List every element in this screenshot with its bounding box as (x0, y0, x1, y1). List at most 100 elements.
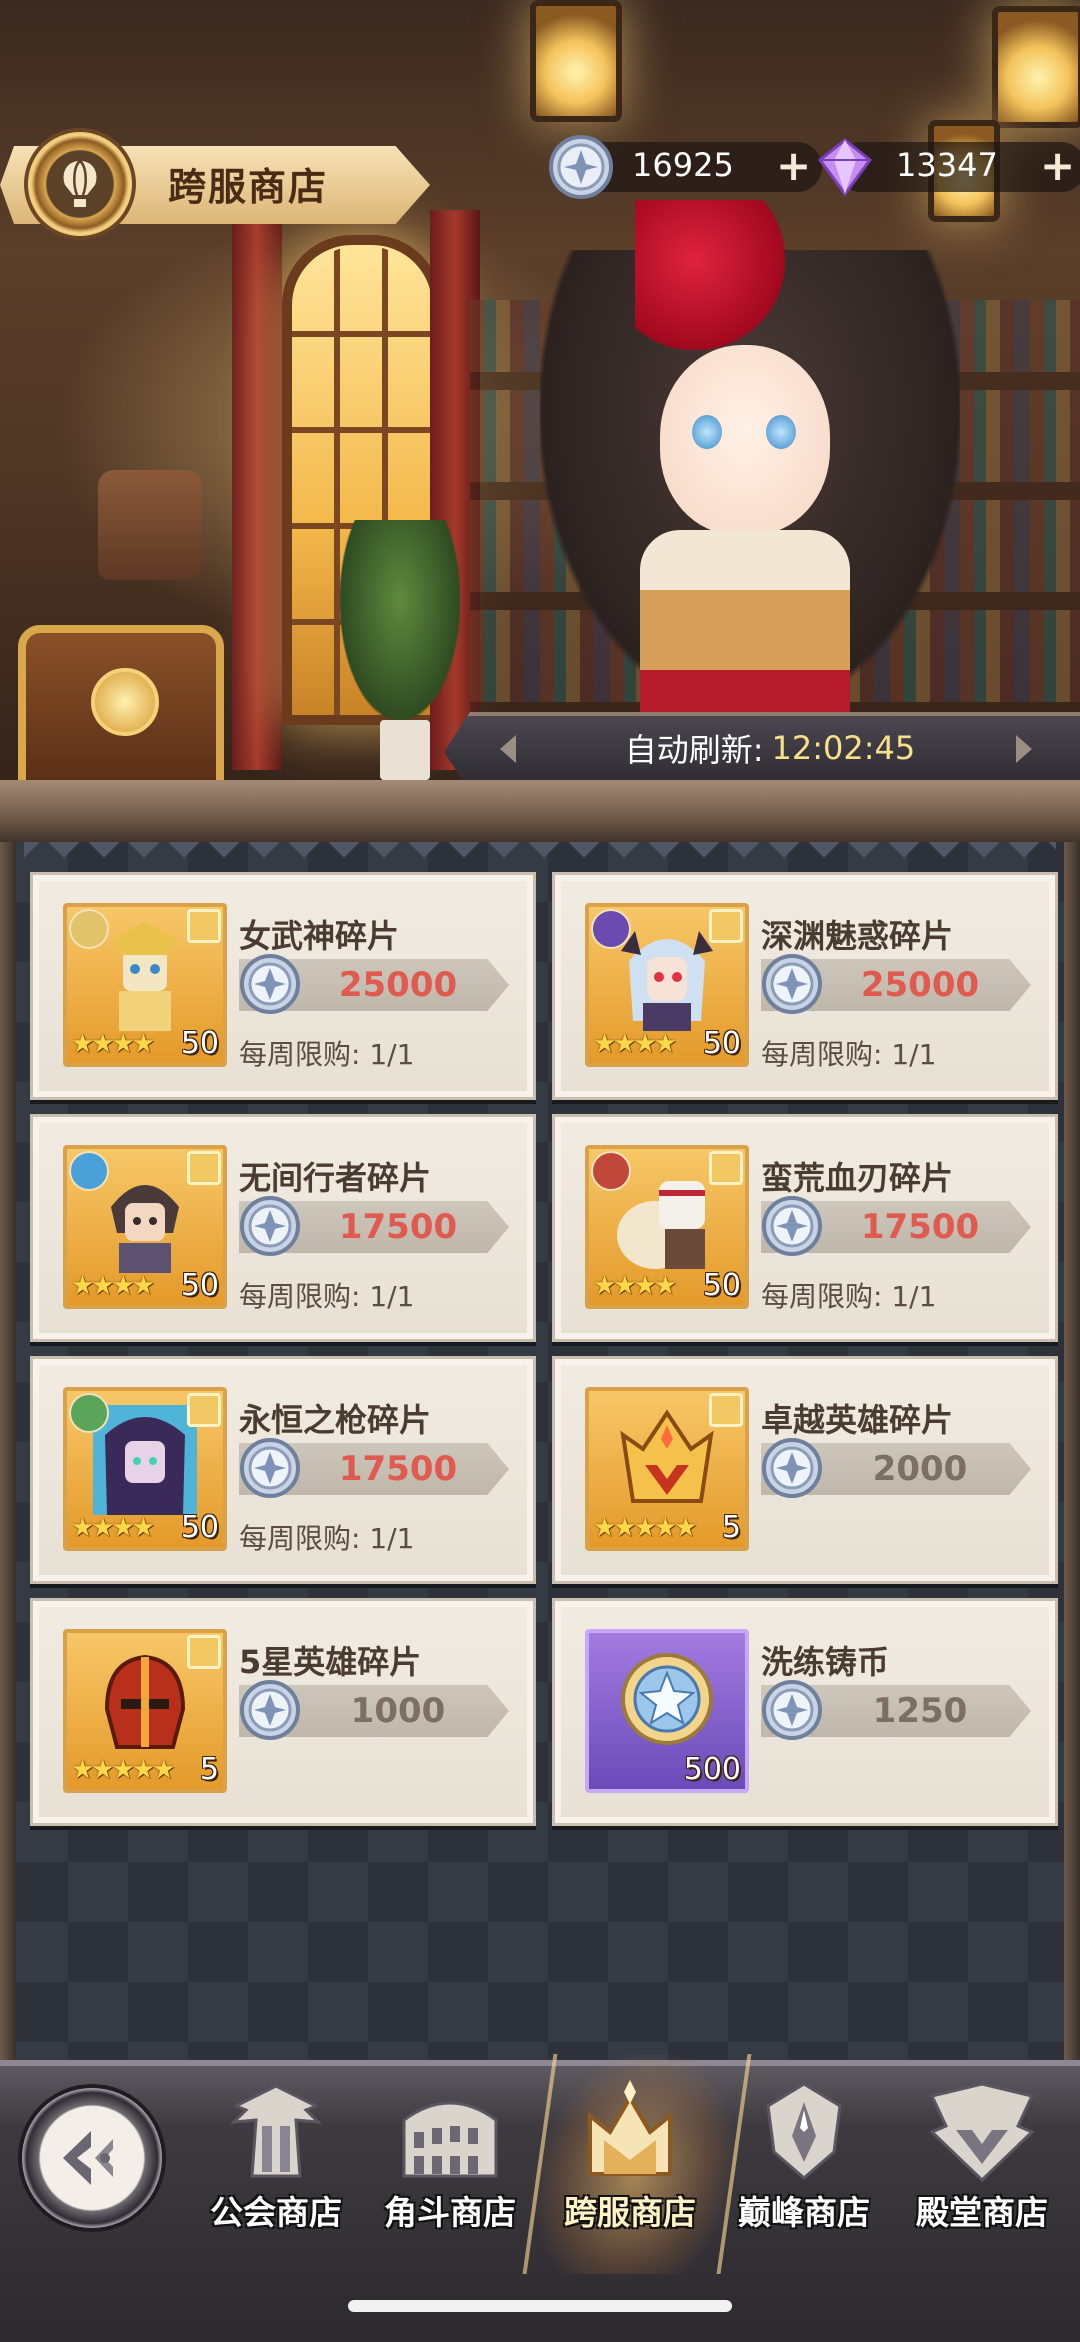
element-badge-icon (591, 909, 631, 949)
item-quantity: 50 (180, 1510, 219, 1545)
item-thumbnail: 500 (585, 1629, 749, 1793)
back-button[interactable] (22, 2088, 162, 2228)
home-indicator (348, 2300, 732, 2312)
shop-item-card[interactable]: ★★★★★ 5 5星英雄碎片 1000 (30, 1598, 536, 1826)
star-rating: ★★★★★ (71, 1755, 176, 1785)
silver-cross-coin-icon (761, 953, 823, 1015)
shopkeeper-character (520, 170, 990, 730)
item-price: 25000 (860, 965, 980, 1005)
weekly-limit: 每周限购: 1/1 (761, 1038, 937, 1071)
lantern-icon (530, 0, 622, 122)
hot-air-balloon-icon (28, 132, 132, 236)
item-name: 无间行者碎片 (239, 1159, 432, 1197)
silver-cross-coin-icon (761, 1679, 823, 1741)
fragment-puzzle-icon (187, 909, 221, 943)
tab-cross-server-shop[interactable]: 跨服商店 (540, 2076, 720, 2236)
tab-label: 角斗商店 (384, 2193, 516, 2232)
element-badge-icon (69, 1151, 109, 1191)
weekly-limit: 每周限购: 1/1 (239, 1038, 415, 1071)
colosseum-icon (402, 2101, 498, 2178)
tab-label: 跨服商店 (564, 2193, 696, 2232)
auto-refresh-timer: 自动刷新: 12:02:45 (500, 722, 1040, 774)
peak-emblem-icon (766, 2082, 842, 2180)
grid-frame-right (1064, 842, 1080, 2062)
item-thumbnail: ★★★★ 50 (63, 903, 227, 1067)
red-curtain (232, 210, 282, 770)
tab-arena-shop[interactable]: 角斗商店 (360, 2076, 540, 2236)
hall-crest-icon (929, 2082, 1035, 2183)
shop-item-card[interactable]: ★★★★★ 5 卓越英雄碎片 2000 (552, 1356, 1058, 1584)
item-name: 深渊魅惑碎片 (761, 917, 954, 955)
auto-refresh-label: 自动刷新: (624, 731, 764, 769)
tab-peak-shop[interactable]: 巅峰商店 (714, 2076, 894, 2236)
item-quantity: 50 (180, 1268, 219, 1303)
wanderer-portrait-icon (93, 1163, 197, 1273)
abyss-succubus-portrait-icon (615, 921, 719, 1031)
silver-cross-coin-icon (761, 1195, 823, 1257)
item-price: 1000 (350, 1691, 446, 1731)
grid-frame-left (0, 842, 16, 2062)
shop-item-card[interactable]: ★★★★ 50 女武神碎片 25000 每周限购: 1/1 (30, 872, 536, 1100)
silver-cross-coin-icon (239, 1195, 301, 1257)
item-name: 5星英雄碎片 (239, 1643, 422, 1681)
tab-hall-shop[interactable]: 殿堂商店 (892, 2076, 1072, 2236)
star-coin-icon (615, 1647, 719, 1757)
item-price: 17500 (860, 1207, 980, 1247)
item-price: 17500 (338, 1207, 458, 1247)
savage-blade-portrait-icon (615, 1163, 719, 1273)
diamond-amount: 13347 (896, 146, 998, 184)
shop-item-card[interactable]: ★★★★ 50 永恒之枪碎片 17500 每周限购: 1/1 (30, 1356, 536, 1584)
item-quantity: 50 (702, 1268, 741, 1303)
golden-crown-helmet-icon (615, 1405, 719, 1515)
silver-amount: 16925 (632, 146, 734, 184)
tab-label: 公会商店 (210, 2193, 342, 2232)
item-name: 女武神碎片 (239, 917, 400, 955)
star-rating: ★★★★ (71, 1029, 155, 1059)
tab-guild-shop[interactable]: 公会商店 (186, 2076, 366, 2236)
element-badge-icon (69, 909, 109, 949)
item-name: 永恒之枪碎片 (239, 1401, 432, 1439)
red-helmet-icon (93, 1647, 197, 1757)
back-arrow-icon (63, 2131, 113, 2185)
item-price: 17500 (338, 1449, 458, 1489)
star-rating: ★★★★ (593, 1271, 677, 1301)
counter-ledge (0, 780, 1080, 844)
lantern-icon (992, 6, 1080, 128)
guild-wings-icon (230, 2084, 322, 2178)
potted-plant (340, 520, 460, 720)
fragment-puzzle-icon (187, 1635, 221, 1669)
item-name: 卓越英雄碎片 (761, 1401, 954, 1439)
shop-item-card[interactable]: ★★★★ 50 深渊魅惑碎片 25000 每周限购: 1/1 (552, 872, 1058, 1100)
add-diamond-button[interactable]: + (1040, 145, 1075, 187)
item-price: 2000 (872, 1449, 968, 1489)
silver-cross-coin-icon (761, 1437, 823, 1499)
star-rating: ★★★★ (593, 1029, 677, 1059)
add-silver-button[interactable]: + (776, 145, 811, 187)
weekly-limit: 每周限购: 1/1 (239, 1522, 415, 1555)
silver-cross-coin-icon (239, 1437, 301, 1499)
item-quantity: 500 (683, 1752, 741, 1787)
plant-pot (380, 720, 430, 780)
leather-bag (98, 470, 202, 580)
shop-title-banner: 跨服商店 (0, 132, 430, 236)
eternal-spear-portrait-icon (93, 1405, 197, 1515)
fragment-puzzle-icon (709, 909, 743, 943)
item-name: 洗练铸币 (761, 1643, 890, 1681)
purple-diamond-icon (817, 138, 873, 197)
star-rating: ★★★★★ (593, 1513, 698, 1543)
tab-label: 殿堂商店 (916, 2193, 1048, 2232)
shop-item-card[interactable]: 500 洗练铸币 1250 (552, 1598, 1058, 1826)
silver-cross-coin-icon (549, 135, 613, 199)
shop-item-card[interactable]: ★★★★ 50 无间行者碎片 17500 每周限购: 1/1 (30, 1114, 536, 1342)
item-thumbnail: ★★★★★ 5 (585, 1387, 749, 1551)
item-thumbnail: ★★★★ 50 (585, 1145, 749, 1309)
tab-label: 巅峰商店 (738, 2193, 870, 2232)
weekly-limit: 每周限购: 1/1 (761, 1280, 937, 1313)
silver-cross-coin-icon (239, 953, 301, 1015)
item-name: 蛮荒血刃碎片 (761, 1159, 954, 1197)
shop-item-card[interactable]: ★★★★ 50 蛮荒血刃碎片 17500 每周限购: 1/1 (552, 1114, 1058, 1342)
star-rating: ★★★★ (71, 1271, 155, 1301)
auto-refresh-time: 12:02:45 (771, 729, 916, 767)
item-thumbnail: ★★★★ 50 (63, 1387, 227, 1551)
item-quantity: 50 (702, 1026, 741, 1061)
